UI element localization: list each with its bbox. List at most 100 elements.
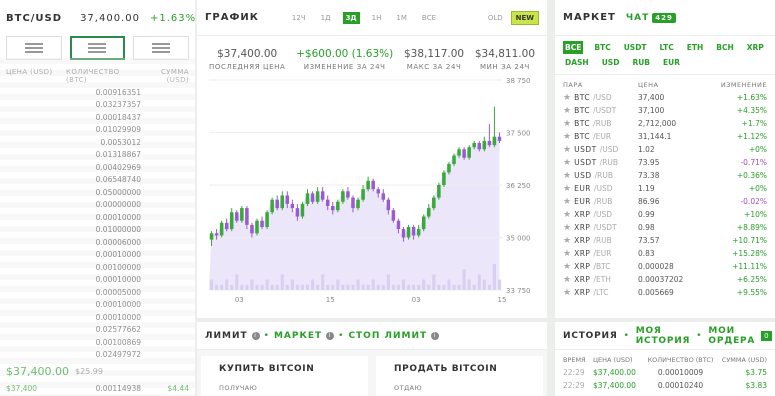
tab-my-history[interactable]: МОЯ ИСТОРИЯ [636, 326, 691, 346]
market-row[interactable]: ★ XRP/BTC 0.000028 +11.11% [555, 260, 775, 273]
candle-body [235, 212, 239, 221]
market-row[interactable]: ★ USDT/RUB 73.95 -0.71% [555, 156, 775, 169]
star-icon[interactable]: ★ [563, 223, 571, 233]
market-row[interactable]: ★ BTC/EUR 31,144.1 +1.12% [555, 130, 775, 143]
col-market-price[interactable]: ЦЕНА [638, 81, 698, 89]
tab-stop-limit[interactable]: СТОП ЛИМИТ [348, 331, 427, 341]
market-row[interactable]: ★ BTC/USDT 37,100 +4.35% [555, 104, 775, 117]
candlestick-chart[interactable]: 33 750 35 000 36 250 37 500 38 750 03 15 03 15 [197, 72, 547, 312]
range-3[interactable]: 1Н [369, 12, 385, 24]
tab-market[interactable]: МАРКЕТ [274, 331, 322, 341]
market-row[interactable]: ★ XRP/USDT 0.98 +8.89% [555, 221, 775, 234]
star-icon[interactable]: ★ [563, 119, 571, 129]
order-book-row[interactable]: 0.00402969 [0, 161, 195, 174]
currency-filter-7[interactable]: DASH [563, 56, 591, 69]
sell-form: ПРОДАТЬ BITCOIN ОТДАЮ [376, 356, 543, 396]
star-icon[interactable]: ★ [563, 288, 571, 298]
currency-filter-8[interactable]: USD [600, 56, 622, 69]
currency-filter-3[interactable]: LTC [658, 41, 676, 54]
tab-my-orders[interactable]: МОИ ОРДЕРА [708, 326, 755, 346]
star-icon[interactable]: ★ [563, 171, 571, 181]
market-row[interactable]: ★ XRP/RUB 73.57 +10.71% [555, 234, 775, 247]
star-icon[interactable]: ★ [563, 262, 571, 272]
currency-filter-5[interactable]: BCH [714, 41, 736, 54]
range-4[interactable]: 1М [393, 12, 410, 24]
currency-filter-0[interactable]: ВСЕ [563, 41, 584, 54]
star-icon[interactable]: ★ [563, 158, 571, 168]
order-book-row[interactable]: 0.00010000 [0, 299, 195, 312]
currency-filter-4[interactable]: ETH [685, 41, 706, 54]
order-book-row[interactable]: 0.00010000 [0, 211, 195, 224]
market-title[interactable]: МАРКЕТ [563, 12, 616, 23]
market-row[interactable]: ★ USD/RUB 73.38 +0.36% [555, 169, 775, 182]
order-book-row[interactable]: 0.00916351 [0, 86, 195, 99]
tab-history[interactable]: ИСТОРИЯ [563, 331, 618, 341]
market-row[interactable]: ★ BTC/USD 37,400 +1.63% [555, 91, 775, 104]
star-icon[interactable]: ★ [563, 197, 571, 207]
market-row[interactable]: ★ USDT/USD 1.02 +0% [555, 143, 775, 156]
order-book-row[interactable]: 0.00005000 [0, 286, 195, 299]
order-book-row[interactable]: 0.02577662 [0, 324, 195, 337]
order-book-row[interactable]: 0.01000000 [0, 224, 195, 237]
market-row[interactable]: ★ EUR/USD 1.19 +0% [555, 182, 775, 195]
order-book-row[interactable]: 0.00000000 [0, 199, 195, 212]
col-pair[interactable]: ПАРА [563, 81, 638, 89]
currency-filter-2[interactable]: USDT [622, 41, 649, 54]
market-row[interactable]: ★ XRP/LTC 0.005669 +9.55% [555, 286, 775, 299]
info-icon[interactable]: i [326, 331, 335, 340]
order-forms: КУПИТЬ BITCOIN ПОЛУЧАЮ ПРОДАТЬ BITCOIN О… [197, 350, 547, 396]
stat-value: $37,400.00 [217, 48, 278, 60]
star-icon[interactable]: ★ [563, 275, 571, 285]
order-book-row[interactable]: 0.03237357 [0, 99, 195, 112]
ob-price: $37,400 [6, 383, 38, 393]
new-chart-toggle[interactable]: NEW [510, 10, 539, 25]
volume-bar [381, 284, 385, 290]
order-book-row[interactable]: 0.00010000 [0, 274, 195, 287]
star-icon[interactable]: ★ [563, 184, 571, 194]
mode-buy-button[interactable] [133, 36, 189, 60]
order-book-row[interactable]: 0.00100869 [0, 336, 195, 349]
order-book-row[interactable]: 0.00100000 [0, 261, 195, 274]
order-book-row[interactable]: 0.01318867 [0, 149, 195, 162]
market-row[interactable]: ★ XRP/ETH 0.00037202 +6.25% [555, 273, 775, 286]
candle-body [315, 191, 320, 202]
currency-filter-10[interactable]: EUR [661, 56, 682, 69]
star-icon[interactable]: ★ [563, 210, 571, 220]
star-icon[interactable]: ★ [563, 236, 571, 246]
mode-sell-button[interactable] [6, 36, 62, 60]
col-change[interactable]: ИЗМЕНЕНИЕ [698, 81, 767, 89]
old-chart-toggle[interactable]: OLD [488, 14, 503, 22]
currency-filter-1[interactable]: BTC [592, 41, 612, 54]
order-book-row[interactable]: 0.00010000 [0, 311, 195, 324]
range-1[interactable]: 1Д [318, 12, 334, 24]
order-book-row[interactable]: 0.00006000 [0, 236, 195, 249]
order-book-row[interactable]: 0.01029909 [0, 124, 195, 137]
market-row[interactable]: ★ EUR/RUB 86.96 -0.02% [555, 195, 775, 208]
order-book-row[interactable]: 0.00018437 [0, 111, 195, 124]
mode-both-button[interactable] [69, 36, 126, 60]
star-icon[interactable]: ★ [563, 132, 571, 142]
range-2[interactable]: 3Д [342, 11, 360, 24]
order-book-row[interactable]: 0.02497972 [0, 349, 195, 362]
order-book-row[interactable]: 0.06548740 [0, 174, 195, 187]
order-book-row[interactable]: 0.0053012 [0, 136, 195, 149]
market-row[interactable]: ★ BTC/RUB 2,712,000 +1.7% [555, 117, 775, 130]
info-icon[interactable]: i [431, 331, 440, 340]
star-icon[interactable]: ★ [563, 93, 571, 103]
star-icon[interactable]: ★ [563, 106, 571, 116]
order-book-bottom-row[interactable]: $37,400 0.00114938 $4.44 [0, 382, 195, 395]
market-row[interactable]: ★ XRP/EUR 0.83 +15.28% [555, 247, 775, 260]
tab-limit[interactable]: ЛИМИТ [205, 331, 248, 341]
range-0[interactable]: 12Ч [289, 12, 309, 24]
info-icon[interactable]: i [251, 331, 260, 340]
range-5[interactable]: ВСЕ [419, 12, 439, 24]
star-icon[interactable]: ★ [563, 145, 571, 155]
chat-tab[interactable]: ЧАТ 429 [626, 12, 676, 23]
market-row[interactable]: ★ XRP/USD 0.99 +10% [555, 208, 775, 221]
order-book-row[interactable]: 0.00010000 [0, 249, 195, 262]
ob-qty: 0.00005000 [95, 287, 141, 297]
star-icon[interactable]: ★ [563, 249, 571, 259]
currency-filter-9[interactable]: RUB [630, 56, 652, 69]
currency-filter-6[interactable]: XRP [745, 41, 766, 54]
order-book-row[interactable]: 0.05000000 [0, 186, 195, 199]
